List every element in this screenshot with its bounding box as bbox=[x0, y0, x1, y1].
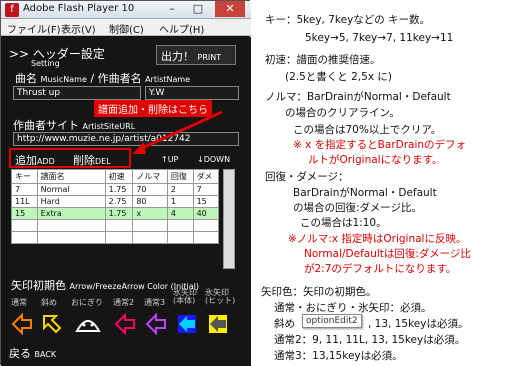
title-bar: f Adobe Flash Player 10 – □ ✕ bbox=[1, 1, 251, 19]
note-arrow: 矢印色：矢印の初期色。 bbox=[261, 286, 377, 298]
onigiri-white-icon[interactable] bbox=[73, 313, 103, 335]
flash-window: f Adobe Flash Player 10 – □ ✕ ファイル(F) 表示… bbox=[0, 0, 251, 366]
print-label: 出力！ bbox=[161, 50, 194, 63]
menu-bar: ファイル(F) 表示(V) 制御(C) ヘルプ(H) bbox=[1, 19, 251, 36]
arrow-type-onigiri: おにぎり bbox=[71, 298, 103, 307]
note-norma-red-1: ※ x を指定するとBarDrainのデフォ bbox=[293, 139, 467, 151]
note-recovery-red-2: Normal/Defaultは回復:ダメージ比 bbox=[304, 248, 471, 260]
note-norma: ノルマ：BarDrainがNormal・Default bbox=[265, 91, 451, 103]
minimize-button[interactable]: – bbox=[161, 1, 183, 17]
flash-logo-icon: f bbox=[5, 3, 19, 17]
arrow-type-normal3: 通常3 bbox=[144, 298, 166, 307]
note-recovery-3: の場合の回復:ダメージ比。 bbox=[293, 202, 423, 214]
diagonal-arrow-yellow-icon[interactable] bbox=[41, 313, 63, 335]
difficulty-table: キー 譜面名 初速 ノルマ 回復 ダメ 7 Normal 1.75 70 2 7 11L Har… bbox=[11, 169, 220, 244]
option-edit-tooltip: optionEdit2 bbox=[302, 314, 362, 328]
table-header: キー 譜面名 初速 ノルマ 回復 ダメ bbox=[11, 169, 220, 184]
arrow-type-normal: 通常 bbox=[11, 298, 27, 307]
note-arrow-3a: 斜め bbox=[274, 318, 295, 330]
add-button[interactable]: 追加ADD bbox=[15, 152, 55, 168]
window-title: Adobe Flash Player 10 bbox=[23, 3, 135, 14]
left-arrow-orange-icon[interactable] bbox=[11, 313, 33, 335]
arrow-type-freeze-body: 氷矢印(本体) bbox=[173, 288, 197, 305]
note-arrow-3b: , 13, 15keyは必須。 bbox=[368, 318, 469, 330]
note-recovery-2: BarDrainがNormal・Default bbox=[293, 187, 437, 199]
note-norma-red-2: ルトがOriginalになります。 bbox=[308, 154, 443, 166]
flash-stage: >> ヘッダー設定 Setting 出力！ PRINT 曲名 MusicName… bbox=[1, 37, 251, 366]
note-recovery-red-1: ※ノルマ:x 指定時はOriginalに反映。 bbox=[288, 233, 467, 245]
menu-help[interactable]: ヘルプ(H) bbox=[159, 21, 204, 36]
freeze-arrow-hit-icon[interactable] bbox=[207, 313, 229, 335]
menu-file[interactable]: ファイル(F) bbox=[7, 21, 61, 36]
freeze-arrow-body-icon[interactable] bbox=[176, 313, 198, 335]
note-arrow-2: 通常・おにぎり・氷矢印：必須。 bbox=[274, 302, 432, 314]
header-subtitle: Setting bbox=[31, 59, 60, 68]
print-label-en: PRINT bbox=[197, 53, 222, 62]
arrow-type-normal2: 通常2 bbox=[113, 298, 135, 307]
delete-button[interactable]: 削除DEL bbox=[73, 152, 111, 168]
note-speed-example: (2.5と書くと 2,5x に) bbox=[285, 71, 392, 83]
note-arrow-5: 通常3：13,15keyは必須。 bbox=[274, 350, 403, 362]
note-norma-3: この場合は70%以上でクリア。 bbox=[293, 124, 442, 136]
maximize-button[interactable]: □ bbox=[187, 1, 209, 17]
music-name-input[interactable]: Thrust up bbox=[13, 86, 141, 100]
close-button[interactable]: ✕ bbox=[215, 1, 245, 17]
left-arrow-pink-icon[interactable] bbox=[114, 313, 136, 335]
artist-name-input[interactable]: Y.W bbox=[145, 86, 239, 100]
back-button[interactable]: 戻る BACK bbox=[9, 345, 56, 361]
arrow-type-diagonal: 斜め bbox=[41, 298, 57, 307]
note-speed: 初速：譜面の推奨倍速。 bbox=[265, 54, 381, 66]
note-arrow-4: 通常2：9, 11, 11L, 13, 15keyは必須。 bbox=[274, 334, 466, 346]
table-row[interactable]: 15 Extra 1.75 x 4 40 bbox=[11, 207, 220, 220]
note-norma-2: の場合のクリアライン。 bbox=[285, 107, 400, 119]
note-recovery: 回復・ダメージ： bbox=[265, 171, 349, 183]
menu-control[interactable]: 制御(C) bbox=[109, 21, 144, 36]
menu-view[interactable]: 表示(V) bbox=[61, 21, 96, 36]
note-recovery-4: この場合は1:10。 bbox=[300, 217, 387, 229]
music-name-label: 曲名 MusicName / 作曲者名 ArtistName bbox=[15, 72, 191, 85]
table-row[interactable]: 11L Hard 2.75 80 1 15 bbox=[11, 195, 220, 208]
table-row[interactable]: 7 Normal 1.75 70 2 7 bbox=[11, 183, 220, 196]
table-scrollbar[interactable] bbox=[223, 169, 235, 269]
annotation-arrow bbox=[132, 110, 223, 154]
artist-site-label: 作曲者サイト ArtistSiteURL bbox=[13, 119, 136, 132]
arrow-color-label: 矢印初期色 Arrow/FreezeArrow Color (Initial) bbox=[11, 279, 199, 292]
note-key-example: 5key→5, 7key→7, 11key→11 bbox=[305, 32, 454, 44]
left-arrow-purple-icon[interactable] bbox=[145, 313, 167, 335]
print-button[interactable]: 出力！ PRINT bbox=[156, 45, 236, 65]
note-key: キー：5key, 7keyなどの キー数。 bbox=[265, 14, 431, 26]
arrow-type-freeze-hit: 氷矢印(ヒット) bbox=[205, 288, 236, 305]
note-recovery-red-3: が2:7のデフォルトになります。 bbox=[304, 263, 457, 275]
